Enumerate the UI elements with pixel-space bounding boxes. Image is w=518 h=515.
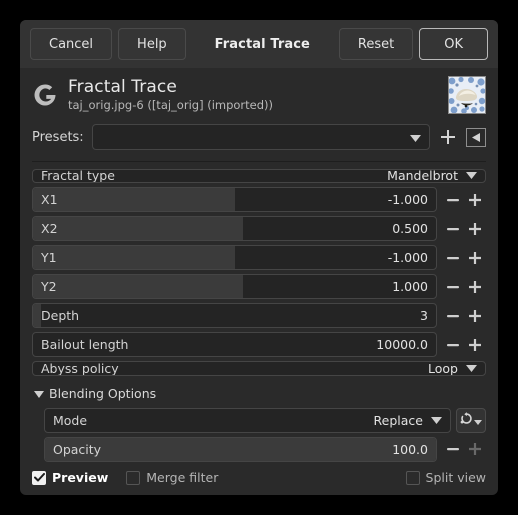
triangle-down-icon [34, 386, 44, 401]
presets-row: Presets: [32, 120, 486, 156]
help-button[interactable]: Help [118, 28, 186, 60]
slider-fill [33, 217, 243, 241]
slider-2[interactable]: Y1 -1.000 [32, 245, 437, 271]
image-thumbnail [448, 76, 486, 114]
blending-options-label: Blending Options [49, 385, 157, 401]
slider-row: Y1 -1.000 [32, 245, 486, 271]
slider-increment-button[interactable] [464, 333, 486, 357]
slider-value: 3 [420, 308, 428, 324]
gegl-g-logo-icon [32, 82, 58, 108]
checkbox-box [32, 470, 46, 485]
abyss-policy-dropdown[interactable]: Abyss policy Loop [32, 361, 486, 376]
slider-row: Depth 3 [32, 303, 486, 329]
checkbox-box [405, 470, 420, 485]
chevron-down-icon [431, 416, 450, 424]
slider-1[interactable]: X2 0.500 [32, 216, 437, 242]
abyss-policy-value: Loop [428, 361, 458, 376]
slider-fill [33, 246, 235, 270]
slider-label: Y2 [41, 279, 57, 295]
preview-checkbox[interactable]: Preview [32, 470, 108, 485]
slider-3[interactable]: Y2 1.000 [32, 274, 437, 300]
dialog-titlebar: Cancel Help Fractal Trace Reset OK [20, 20, 498, 68]
slider-value: -1.000 [387, 250, 428, 266]
dialog-body: Presets: Fractal type Mandelbrot X1 -1.0… [20, 120, 498, 462]
image-subtitle: taj_orig.jpg-6 ([taj_orig] (imported)) [68, 99, 274, 113]
reset-button[interactable]: Reset [338, 28, 414, 60]
opacity-label: Opacity [53, 441, 102, 457]
slider-row: Y2 1.000 [32, 274, 486, 300]
slider-4[interactable]: Depth 3 [32, 303, 437, 329]
slider-decrement-button[interactable] [442, 304, 464, 328]
chevron-down-icon [466, 172, 485, 180]
slider-fill [33, 188, 235, 212]
slider-row: X1 -1.000 [32, 187, 486, 213]
mode-row: Mode Replace [44, 407, 486, 433]
slider-fill [33, 275, 243, 299]
blend-mode-reset-button[interactable] [456, 407, 486, 433]
abyss-policy-label: Abyss policy [41, 361, 119, 376]
fractal-type-value: Mandelbrot [387, 168, 458, 184]
slider-label: X2 [41, 221, 58, 237]
fractal-type-label: Fractal type [41, 168, 115, 184]
preset-menu-button[interactable] [466, 127, 486, 147]
blending-options-group: Mode Replace Opacity 100.0 [32, 407, 486, 462]
blending-options-expander[interactable]: Blending Options [32, 380, 486, 404]
header-text-block: Fractal Trace taj_orig.jpg-6 ([taj_orig]… [68, 76, 438, 113]
add-preset-button[interactable] [438, 126, 458, 148]
split-view-label: Split view [425, 470, 486, 485]
dialog-header: Fractal Trace taj_orig.jpg-6 ([taj_orig]… [20, 68, 498, 120]
opacity-value: 100.0 [392, 441, 428, 457]
dialog-footer: Preview Merge filter Split view [20, 462, 498, 495]
opacity-row: Opacity 100.0 [44, 436, 486, 462]
header-divider [32, 161, 486, 162]
fractal-type-dropdown[interactable]: Fractal type Mandelbrot [32, 168, 486, 184]
slider-label: Bailout length [41, 337, 129, 353]
slider-list: X1 -1.000 X2 0.500 Y1 -1.000 Y2 1.000 Depth 3 Bail… [32, 187, 486, 358]
chevron-down-icon [474, 413, 482, 428]
opacity-increment-button[interactable] [464, 437, 486, 461]
merge-filter-checkbox[interactable]: Merge filter [126, 470, 218, 485]
slider-decrement-button[interactable] [442, 217, 464, 241]
split-view-checkbox[interactable]: Split view [405, 470, 486, 485]
slider-increment-button[interactable] [464, 246, 486, 270]
opacity-decrement-button[interactable] [442, 437, 464, 461]
chevron-down-icon [466, 365, 485, 373]
slider-decrement-button[interactable] [442, 246, 464, 270]
slider-5[interactable]: Bailout length 10000.0 [32, 332, 437, 358]
slider-value: 0.500 [392, 221, 428, 237]
slider-label: X1 [41, 192, 58, 208]
slider-row: Bailout length 10000.0 [32, 332, 486, 358]
preview-label: Preview [52, 470, 109, 485]
slider-value: -1.000 [387, 192, 428, 208]
checkbox-box [126, 470, 141, 485]
dialog-title: Fractal Trace [214, 36, 310, 52]
slider-decrement-button[interactable] [442, 275, 464, 299]
slider-increment-button[interactable] [464, 304, 486, 328]
blend-mode-value: Replace [373, 412, 423, 428]
opacity-slider-fill [45, 437, 436, 461]
chevron-down-icon [410, 130, 421, 145]
slider-decrement-button[interactable] [442, 333, 464, 357]
ok-button[interactable]: OK [419, 28, 488, 60]
slider-label: Y1 [41, 250, 57, 266]
blend-mode-dropdown[interactable]: Mode Replace [44, 407, 451, 433]
slider-decrement-button[interactable] [442, 188, 464, 212]
slider-value: 1.000 [392, 279, 428, 295]
slider-value: 10000.0 [376, 337, 428, 353]
presets-label: Presets: [32, 129, 84, 145]
slider-increment-button[interactable] [464, 275, 486, 299]
reset-rotate-icon [460, 412, 473, 428]
slider-row: X2 0.500 [32, 216, 486, 242]
blend-mode-label: Mode [53, 412, 88, 428]
slider-label: Depth [41, 308, 80, 324]
merge-filter-label: Merge filter [146, 470, 219, 485]
presets-dropdown[interactable] [91, 124, 430, 150]
slider-increment-button[interactable] [464, 217, 486, 241]
slider-0[interactable]: X1 -1.000 [32, 187, 437, 213]
opacity-slider[interactable]: Opacity 100.0 [44, 436, 437, 462]
slider-increment-button[interactable] [464, 188, 486, 212]
fractal-trace-dialog: Cancel Help Fractal Trace Reset OK Fract… [20, 20, 498, 495]
page-title: Fractal Trace [68, 76, 177, 97]
cancel-button[interactable]: Cancel [30, 28, 113, 60]
